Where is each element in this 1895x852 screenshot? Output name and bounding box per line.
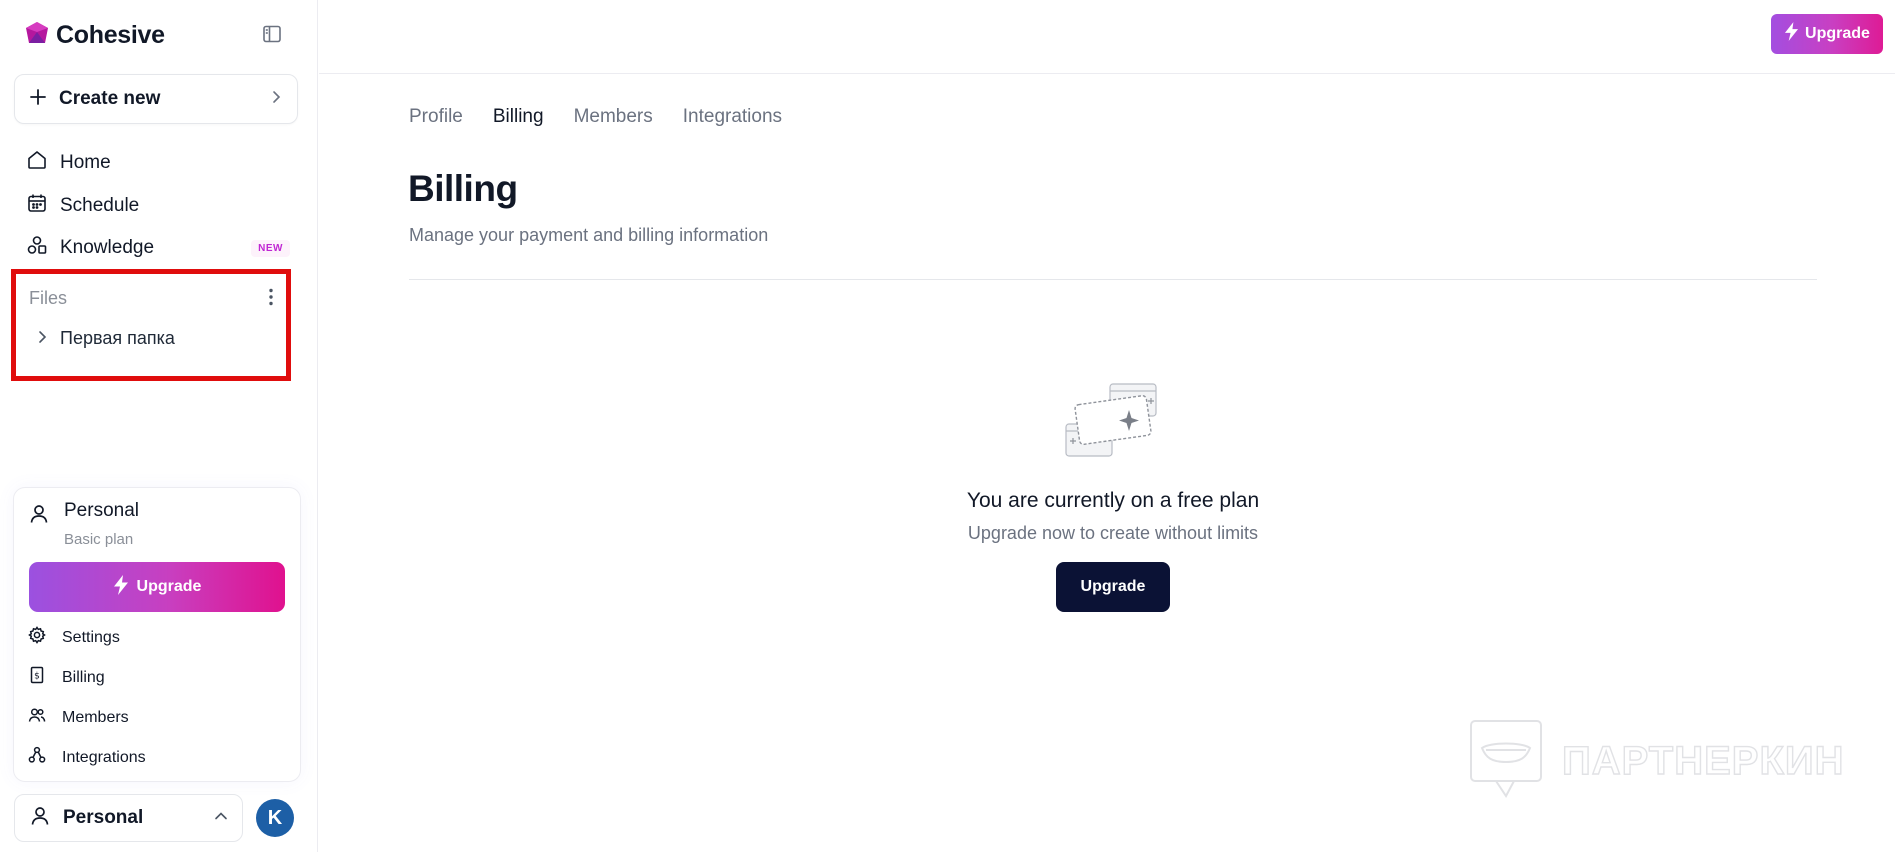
upgrade-button[interactable]: Upgrade	[29, 562, 285, 612]
files-more-button[interactable]	[262, 288, 280, 310]
topbar: Upgrade	[319, 0, 1895, 74]
tab-profile[interactable]: Profile	[409, 106, 463, 128]
account-menu-label: Billing	[62, 668, 105, 686]
brand[interactable]: Cohesive	[24, 20, 165, 51]
new-badge: NEW	[251, 239, 290, 257]
account-menu-label: Members	[62, 708, 129, 726]
sidebar-item-label: Knowledge	[60, 237, 155, 258]
divider	[409, 279, 1817, 280]
brand-name: Cohesive	[56, 21, 165, 49]
upgrade-plan-button[interactable]: Upgrade	[1056, 562, 1170, 612]
free-plan-empty-state: You are currently on a free plan Upgrade…	[880, 380, 1346, 612]
cohesive-logo-icon	[24, 20, 50, 51]
upgrade-label: Upgrade	[1805, 25, 1870, 42]
lightning-icon	[1784, 22, 1799, 46]
plus-icon	[29, 88, 47, 111]
collapse-sidebar-button[interactable]	[258, 22, 286, 50]
upgrade-top-button[interactable]: Upgrade	[1771, 14, 1883, 54]
cards-illustration-icon	[880, 380, 1346, 465]
account-menu-settings[interactable]: Settings	[28, 626, 278, 649]
account-name: Personal	[64, 500, 139, 521]
empty-state-title: You are currently on a free plan	[966, 489, 1260, 512]
more-vertical-icon	[268, 287, 274, 312]
folder-label: Первая папка	[60, 328, 175, 348]
gear-icon	[28, 626, 46, 649]
lightning-icon	[113, 574, 129, 600]
sidebar-item-home[interactable]: Home	[26, 149, 290, 177]
user-icon	[28, 503, 50, 530]
account-menu-label: Settings	[62, 628, 120, 646]
files-section-title: Files	[29, 288, 68, 308]
page-subtitle: Manage your payment and billing informat…	[409, 225, 769, 245]
account-menu-billing[interactable]: $ Billing	[28, 666, 278, 689]
account-card: Personal Basic plan Upgrade Settings $ B…	[13, 487, 301, 782]
users-icon	[28, 706, 46, 729]
watermark-logo-icon	[1468, 718, 1544, 805]
tab-billing[interactable]: Billing	[493, 106, 544, 128]
sidebar-item-label: Schedule	[60, 195, 140, 216]
receipt-icon: $	[28, 666, 46, 689]
create-new-label: Create new	[59, 88, 161, 109]
integrations-icon	[28, 746, 46, 769]
workspace-switcher[interactable]: Personal	[14, 794, 243, 842]
account-menu-integrations[interactable]: Integrations	[28, 746, 278, 769]
create-new-button[interactable]: Create new	[14, 74, 298, 124]
files-section: Files Первая папка	[11, 269, 291, 381]
workspace-name: Personal	[63, 807, 144, 828]
svg-text:$: $	[34, 672, 40, 682]
account-menu-members[interactable]: Members	[28, 706, 278, 729]
upgrade-label: Upgrade	[136, 578, 202, 595]
sidebar-item-label: Home	[60, 152, 111, 173]
sidebar: Cohesive Create new Home Schedule Knowle…	[0, 0, 318, 852]
account-menu-label: Integrations	[62, 748, 146, 766]
account-plan: Basic plan	[64, 531, 134, 548]
user-icon	[29, 805, 51, 832]
watermark-text: ПАРТНЕРКИН	[1561, 738, 1845, 783]
tab-integrations[interactable]: Integrations	[683, 106, 782, 128]
home-icon	[26, 149, 48, 177]
page-title: Billing	[408, 168, 518, 209]
knowledge-icon	[26, 234, 48, 262]
sidebar-item-schedule[interactable]: Schedule	[26, 192, 290, 220]
watermark: ПАРТНЕРКИН	[1468, 718, 1845, 805]
calendar-icon	[26, 192, 48, 220]
tab-members[interactable]: Members	[574, 106, 653, 128]
folder-item[interactable]: Первая папка	[36, 328, 175, 349]
avatar[interactable]: K	[256, 799, 294, 837]
sidebar-toggle-icon	[262, 24, 282, 49]
chevron-right-icon	[269, 90, 283, 109]
sidebar-item-knowledge[interactable]: Knowledge NEW	[26, 234, 290, 262]
empty-state-subtitle: Upgrade now to create without limits	[967, 523, 1259, 543]
chevron-up-icon	[214, 809, 228, 828]
settings-tabs: Profile Billing Members Integrations	[409, 106, 782, 128]
chevron-right-icon[interactable]	[36, 328, 48, 349]
